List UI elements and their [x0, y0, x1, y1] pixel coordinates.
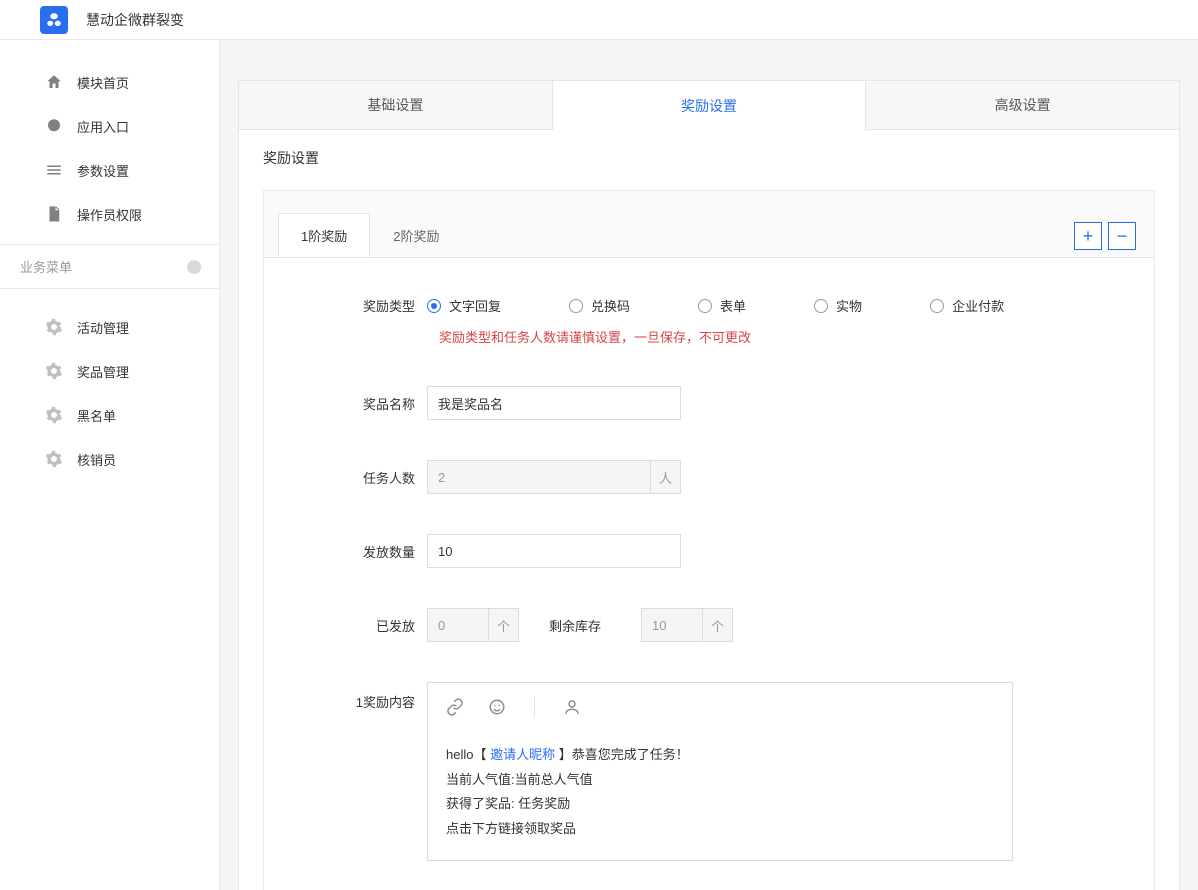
radio-icon [569, 299, 583, 313]
issue-count-input[interactable] [427, 534, 681, 568]
content-area: 基础设置 奖励设置 高级设置 奖励设置 1阶奖励 2阶奖励 + − [220, 40, 1198, 890]
row-task-count: 任务人数 人 [282, 460, 1136, 494]
editor-line-3: 获得了奖品: 任务奖励 [446, 792, 994, 817]
sidebar-item-label: 活动管理 [77, 318, 129, 337]
person-icon[interactable] [563, 698, 581, 716]
sidebar: 模块首页 应用入口 参数设置 操作员权限 业务菜单 活动管理 奖品管理 黑 [0, 40, 220, 890]
toolbar-divider [534, 697, 535, 717]
editor-line-1: hello【 邀请人昵称 】恭喜您完成了任务！ [446, 743, 994, 768]
rich-editor[interactable]: hello【 邀请人昵称 】恭喜您完成了任务！ 当前人气值:当前总人气值 获得了… [427, 682, 1013, 861]
reward-type-radiogroup: 文字回复 兑换码 表单 实物 企业付款 [427, 296, 1004, 315]
top-tabs: 基础设置 奖励设置 高级设置 [239, 81, 1179, 130]
reward-level-card: 1阶奖励 2阶奖励 + − 奖励类型 文字回复 兑换码 [263, 190, 1155, 890]
app-logo [40, 6, 68, 34]
label-stock: 剩余库存 [549, 616, 611, 635]
radio-code[interactable]: 兑换码 [569, 296, 630, 315]
radio-text-reply[interactable]: 文字回复 [427, 296, 501, 315]
label-task-count: 任务人数 [282, 468, 427, 487]
radio-physical[interactable]: 实物 [814, 296, 862, 315]
sidebar-item-label: 黑名单 [77, 406, 116, 425]
level-tab-2[interactable]: 2阶奖励 [370, 213, 462, 258]
tab-basic[interactable]: 基础设置 [239, 81, 553, 129]
inviter-nickname-tag: 邀请人昵称 [490, 747, 555, 762]
sidebar-item-label: 参数设置 [77, 161, 129, 180]
label-prize-name: 奖品名称 [282, 394, 427, 413]
level-tab-1[interactable]: 1阶奖励 [278, 213, 370, 258]
radio-label: 表单 [720, 296, 746, 315]
row-reward-type: 奖励类型 文字回复 兑换码 表单 实物 企业付款 [282, 296, 1136, 315]
row-prize-name: 奖品名称 [282, 386, 1136, 420]
label-issued: 已发放 [282, 616, 427, 635]
stock-input [641, 608, 703, 642]
app-title: 慧动企微群裂变 [86, 10, 184, 30]
menu-header-label: 业务菜单 [20, 257, 72, 276]
editor-line-4: 点击下方链接领取奖品 [446, 817, 994, 842]
radio-icon [427, 299, 441, 313]
sidebar-item-module-home[interactable]: 模块首页 [0, 60, 219, 104]
level-tabs: 1阶奖励 2阶奖励 + − [264, 191, 1154, 258]
file-icon [45, 205, 63, 223]
sidebar-item-label: 应用入口 [77, 117, 129, 136]
sidebar-item-prize[interactable]: 奖品管理 [0, 349, 219, 393]
sidebar-item-params[interactable]: 参数设置 [0, 148, 219, 192]
gear-icon [45, 450, 63, 468]
sidebar-menu-header: 业务菜单 [0, 244, 219, 289]
sidebar-item-label: 模块首页 [77, 73, 129, 92]
link-icon[interactable] [446, 698, 464, 716]
radio-form[interactable]: 表单 [698, 296, 746, 315]
radio-label: 企业付款 [952, 296, 1004, 315]
prize-name-input[interactable] [427, 386, 681, 420]
sliders-icon [45, 161, 63, 179]
home-icon [45, 73, 63, 91]
tab-reward[interactable]: 奖励设置 [553, 82, 867, 130]
row-issue-count: 发放数量 [282, 534, 1136, 568]
radio-label: 兑换码 [591, 296, 630, 315]
radio-icon [814, 299, 828, 313]
row-reward-content: 1奖励内容 hello【 邀请人昵称 】恭喜您完成了任务！ [282, 682, 1136, 861]
label-reward-type: 奖励类型 [282, 296, 427, 315]
label-reward-content: 1奖励内容 [282, 682, 427, 711]
reward-type-hint: 奖励类型和任务人数请谨慎设置，一旦保存，不可更改 [439, 327, 1136, 346]
stock-suffix: 个 [703, 608, 733, 642]
sidebar-item-verifier[interactable]: 核销员 [0, 437, 219, 481]
sidebar-item-label: 奖品管理 [77, 362, 129, 381]
section-body: 奖励设置 1阶奖励 2阶奖励 + − 奖励类型 [239, 130, 1179, 890]
issued-suffix: 个 [489, 608, 519, 642]
sidebar-item-blacklist[interactable]: 黑名单 [0, 393, 219, 437]
radio-icon [698, 299, 712, 313]
task-count-input [427, 460, 651, 494]
radio-payment[interactable]: 企业付款 [930, 296, 1004, 315]
gear-icon [45, 362, 63, 380]
editor-toolbar [428, 683, 1012, 727]
radio-icon [930, 299, 944, 313]
tab-advanced[interactable]: 高级设置 [866, 81, 1179, 129]
collapse-icon[interactable] [187, 260, 201, 274]
editor-body[interactable]: hello【 邀请人昵称 】恭喜您完成了任务！ 当前人气值:当前总人气值 获得了… [428, 727, 1012, 860]
sidebar-item-app-entry[interactable]: 应用入口 [0, 104, 219, 148]
issued-input [427, 608, 489, 642]
section-title: 奖励设置 [263, 148, 1155, 168]
radio-label: 文字回复 [449, 296, 501, 315]
sidebar-item-label: 操作员权限 [77, 205, 142, 224]
task-count-suffix: 人 [651, 460, 681, 494]
gear-icon [45, 318, 63, 336]
sidebar-item-operator[interactable]: 操作员权限 [0, 192, 219, 236]
radio-label: 实物 [836, 296, 862, 315]
reward-form: 奖励类型 文字回复 兑换码 表单 实物 企业付款 奖励类型和任务人数请谨慎设置，… [264, 257, 1154, 890]
remove-level-button[interactable]: − [1108, 222, 1136, 250]
editor-line-2: 当前人气值:当前总人气值 [446, 768, 994, 793]
chat-icon [45, 117, 63, 135]
label-issue-count: 发放数量 [282, 542, 427, 561]
sidebar-item-label: 核销员 [77, 450, 116, 469]
row-issued-stock: 已发放 个 剩余库存 个 [282, 608, 1136, 642]
gear-icon [45, 406, 63, 424]
emoji-icon[interactable] [488, 698, 506, 716]
app-header: 慧动企微群裂变 [0, 0, 1198, 40]
add-level-button[interactable]: + [1074, 222, 1102, 250]
main-card: 基础设置 奖励设置 高级设置 奖励设置 1阶奖励 2阶奖励 + − [238, 80, 1180, 890]
sidebar-item-activity[interactable]: 活动管理 [0, 305, 219, 349]
